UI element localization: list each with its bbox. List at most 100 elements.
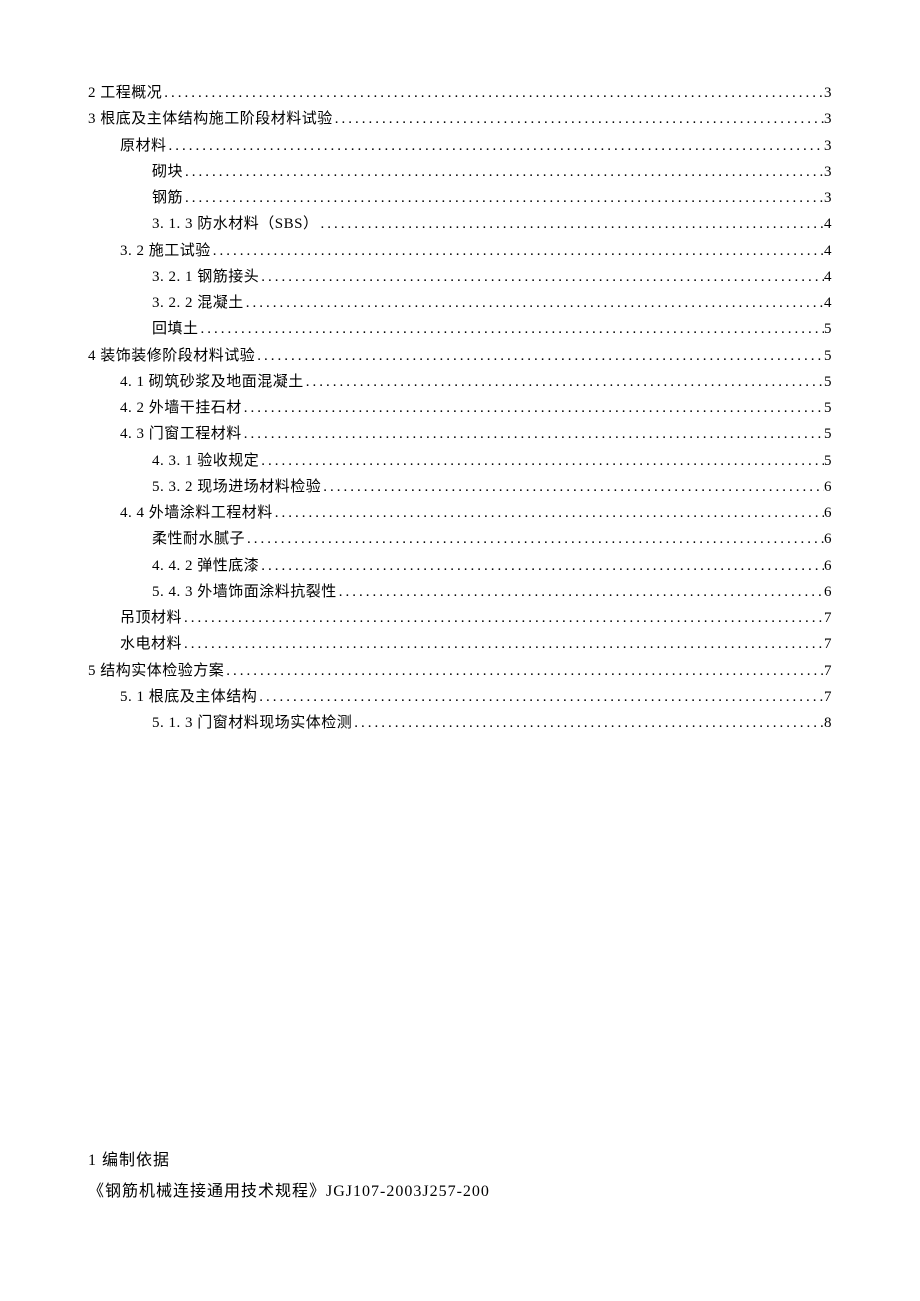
toc-leader-dots: ........................................… <box>257 684 824 710</box>
toc-entry-page: 7 <box>824 631 832 657</box>
toc-entry: 4 装饰装修阶段材料试验 ...........................… <box>88 343 832 369</box>
toc-entry-text: 3 根底及主体结构施工阶段材料试验 <box>88 106 333 132</box>
toc-entry-page: 8 <box>824 710 832 736</box>
toc-entry-text: 5. 1 根底及主体结构 <box>120 684 257 710</box>
toc-entry: 5. 4. 3 外墙饰面涂料抗裂性.......................… <box>88 579 832 605</box>
body-section: 1 编制依据 《钢筋机械连接通用技术规程》JGJ107-2003J257-200 <box>88 1146 832 1207</box>
toc-entry: 钢筋......................................… <box>88 185 832 211</box>
toc-entry: 5 结构实体检验方案 .............................… <box>88 658 832 684</box>
toc-entry-text: 3. 2. 2 混凝土 <box>152 290 244 316</box>
toc-entry-text: 5. 1. 3 门窗材料现场实体检测 <box>152 710 352 736</box>
toc-entry: 原材料.....................................… <box>88 133 832 159</box>
toc-leader-dots: ........................................… <box>183 159 824 185</box>
toc-entry-page: 5 <box>824 421 832 447</box>
toc-leader-dots: ........................................… <box>182 631 824 657</box>
toc-entry-page: 5 <box>824 343 832 369</box>
toc-leader-dots: ........................................… <box>259 553 824 579</box>
toc-leader-dots: ........................................… <box>321 474 824 500</box>
toc-entry: 4. 2 外墙干挂石材 ............................… <box>88 395 832 421</box>
table-of-contents: 2 工程概况 .................................… <box>88 80 832 736</box>
toc-leader-dots: ........................................… <box>182 605 824 631</box>
toc-leader-dots: ........................................… <box>162 80 824 106</box>
toc-entry-page: 4 <box>824 238 832 264</box>
toc-leader-dots: ........................................… <box>333 106 824 132</box>
toc-entry-page: 4 <box>824 211 832 237</box>
toc-entry-page: 3 <box>824 185 832 211</box>
toc-entry: 4. 4 外墙涂料工程材料 ..........................… <box>88 500 832 526</box>
toc-entry-page: 6 <box>824 526 832 552</box>
toc-entry-page: 3 <box>824 159 832 185</box>
toc-entry: 4. 3 门窗工程材料 ............................… <box>88 421 832 447</box>
toc-entry-page: 6 <box>824 579 832 605</box>
toc-leader-dots: ........................................… <box>167 133 824 159</box>
toc-entry: 3. 2 施工试验 ..............................… <box>88 238 832 264</box>
toc-entry: 3. 2. 2 混凝土 ............................… <box>88 290 832 316</box>
toc-entry-page: 5 <box>824 395 832 421</box>
toc-leader-dots: ........................................… <box>259 448 824 474</box>
toc-entry: 吊顶材料....................................… <box>88 605 832 631</box>
toc-entry-text: 4. 2 外墙干挂石材 <box>120 395 242 421</box>
toc-entry-page: 7 <box>824 605 832 631</box>
toc-entry-page: 6 <box>824 500 832 526</box>
toc-entry: 水电材料....................................… <box>88 631 832 657</box>
toc-entry: 5. 3. 2 现场进场材料检验........................… <box>88 474 832 500</box>
toc-leader-dots: ........................................… <box>242 421 824 447</box>
toc-entry-text: 原材料 <box>120 133 167 159</box>
toc-entry-page: 7 <box>824 658 832 684</box>
toc-leader-dots: ........................................… <box>211 238 824 264</box>
toc-entry-text: 回填土 <box>152 316 199 342</box>
toc-entry-page: 3 <box>824 106 832 132</box>
toc-entry-page: 3 <box>824 80 832 106</box>
toc-leader-dots: ........................................… <box>337 579 824 605</box>
toc-entry-text: 钢筋 <box>152 185 183 211</box>
toc-entry: 3 根底及主体结构施工阶段材料试验 ......................… <box>88 106 832 132</box>
toc-leader-dots: ........................................… <box>273 500 824 526</box>
toc-entry-text: 水电材料 <box>120 631 182 657</box>
toc-entry-text: 2 工程概况 <box>88 80 162 106</box>
toc-leader-dots: ........................................… <box>304 369 824 395</box>
toc-entry-page: 5 <box>824 369 832 395</box>
toc-entry-page: 7 <box>824 684 832 710</box>
toc-entry-text: 4. 3. 1 验收规定 <box>152 448 259 474</box>
toc-entry-text: 5. 4. 3 外墙饰面涂料抗裂性 <box>152 579 337 605</box>
toc-leader-dots: ........................................… <box>352 710 824 736</box>
toc-entry-page: 6 <box>824 553 832 579</box>
toc-entry-text: 柔性耐水腻子 <box>152 526 245 552</box>
toc-entry-page: 4 <box>824 290 832 316</box>
toc-entry: 3. 2. 1 钢筋接头 ...........................… <box>88 264 832 290</box>
toc-leader-dots: ........................................… <box>318 211 824 237</box>
toc-leader-dots: ........................................… <box>199 316 824 342</box>
toc-entry: 4. 4. 2 弹性底漆............................… <box>88 553 832 579</box>
section-heading: 1 编制依据 <box>88 1146 832 1176</box>
toc-leader-dots: ........................................… <box>183 185 824 211</box>
toc-entry-text: 3. 2. 1 钢筋接头 <box>152 264 259 290</box>
toc-leader-dots: ........................................… <box>244 290 824 316</box>
toc-entry: 2 工程概况 .................................… <box>88 80 832 106</box>
toc-entry-text: 4. 3 门窗工程材料 <box>120 421 242 447</box>
toc-entry: 4. 3. 1 验收规定............................… <box>88 448 832 474</box>
toc-entry: 砌块......................................… <box>88 159 832 185</box>
toc-entry-page: 5 <box>824 316 832 342</box>
toc-entry-text: 5 结构实体检验方案 <box>88 658 224 684</box>
toc-leader-dots: ........................................… <box>245 526 824 552</box>
toc-entry-text: 4 装饰装修阶段材料试验 <box>88 343 255 369</box>
toc-leader-dots: ........................................… <box>255 343 824 369</box>
toc-leader-dots: ........................................… <box>242 395 824 421</box>
toc-entry: 回填土.....................................… <box>88 316 832 342</box>
toc-entry-page: 4 <box>824 264 832 290</box>
toc-entry-text: 4. 4 外墙涂料工程材料 <box>120 500 273 526</box>
toc-entry-text: 吊顶材料 <box>120 605 182 631</box>
toc-entry-page: 6 <box>824 474 832 500</box>
toc-leader-dots: ........................................… <box>224 658 824 684</box>
toc-entry: 4. 1 砌筑砂浆及地面混凝土 ........................… <box>88 369 832 395</box>
toc-entry-text: 砌块 <box>152 159 183 185</box>
toc-entry: 5. 1 根底及主体结构............................… <box>88 684 832 710</box>
toc-entry-text: 3. 1. 3 防水材料（SBS） <box>152 211 318 237</box>
toc-leader-dots: ........................................… <box>259 264 824 290</box>
toc-entry: 柔性耐水腻子..................................… <box>88 526 832 552</box>
toc-entry-text: 4. 1 砌筑砂浆及地面混凝土 <box>120 369 304 395</box>
toc-entry-text: 3. 2 施工试验 <box>120 238 211 264</box>
toc-entry-text: 4. 4. 2 弹性底漆 <box>152 553 259 579</box>
toc-entry-page: 3 <box>824 133 832 159</box>
toc-entry: 3. 1. 3 防水材料（SBS）.......................… <box>88 211 832 237</box>
